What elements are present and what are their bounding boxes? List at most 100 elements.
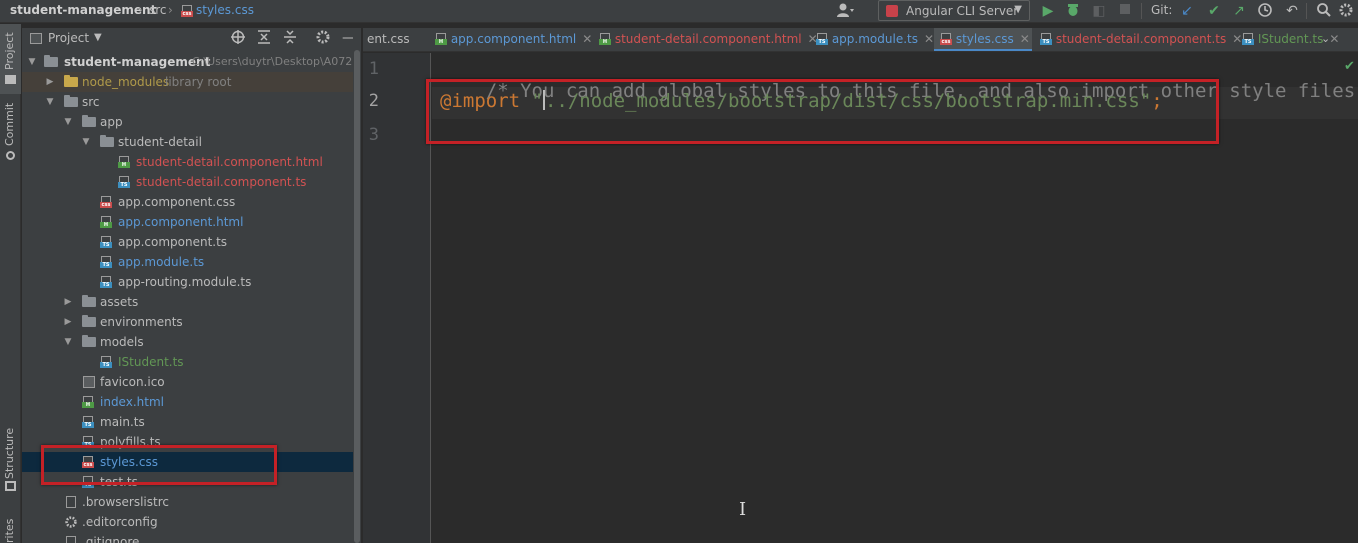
commit-icon: [6, 151, 15, 160]
project-panel-title[interactable]: Project: [48, 31, 89, 45]
folder-icon: [64, 95, 78, 107]
user-icon[interactable]: [836, 2, 854, 20]
html-file-icon: H: [118, 156, 130, 168]
tab-label: app.module.ts: [831, 32, 918, 46]
chevron-down-icon[interactable]: ▼: [62, 332, 74, 352]
tree-row-file[interactable]: H student-detail.component.html: [22, 152, 353, 172]
editor-tab[interactable]: TS student-detail.component.ts ✕: [1034, 28, 1242, 51]
tree-row-root[interactable]: ▼ student-management C:\Users\duytr\Desk…: [22, 52, 353, 72]
tree-row-file[interactable]: css app.component.css: [22, 192, 353, 212]
folder-icon: [44, 55, 58, 67]
tree-label: app.module.ts: [118, 255, 205, 269]
commit-tool-label: Commit: [3, 102, 16, 146]
chevron-down-icon[interactable]: ⌄: [1321, 32, 1330, 45]
navigation-bar: student-management › src › css styles.cs…: [0, 0, 1358, 23]
tab-label: styles.css: [955, 32, 1014, 46]
folder-icon: [82, 295, 96, 307]
chevron-right-icon[interactable]: ▶: [44, 72, 56, 92]
tree-row-app[interactable]: ▼ app: [22, 112, 353, 132]
settings-icon[interactable]: [1337, 2, 1355, 20]
project-panel-header: Project ▼ —: [22, 28, 361, 50]
update-project-icon[interactable]: ↙: [1178, 2, 1196, 20]
tree-row-assets[interactable]: ▶ assets: [22, 292, 353, 312]
debug-icon[interactable]: [1064, 2, 1082, 20]
breadcrumb-project[interactable]: student-management: [10, 3, 156, 17]
history-icon[interactable]: [1256, 2, 1274, 20]
chevron-down-icon[interactable]: ▼: [62, 112, 74, 132]
locate-file-icon[interactable]: [229, 29, 247, 47]
tree-label: src: [82, 95, 100, 109]
scrollbar-thumb[interactable]: [354, 50, 360, 543]
css-file-icon: css: [181, 5, 193, 17]
run-icon[interactable]: ▶: [1039, 2, 1057, 20]
close-icon[interactable]: ✕: [1329, 32, 1339, 46]
tree-row-file[interactable]: TS app.component.ts: [22, 232, 353, 252]
tree-row-student-detail[interactable]: ▼ student-detail: [22, 132, 353, 152]
tree-row-file[interactable]: TS student-detail.component.ts: [22, 172, 353, 192]
tree-row-file[interactable]: TS main.ts: [22, 412, 353, 432]
tree-row-file[interactable]: H app.component.html: [22, 212, 353, 232]
editor-tab[interactable]: H app.component.html ✕: [429, 28, 592, 51]
breadcrumb-folder[interactable]: src: [149, 3, 167, 17]
tree-row-file[interactable]: .editorconfig: [22, 512, 353, 532]
gear-icon[interactable]: [314, 29, 332, 47]
tree-row-src[interactable]: ▼ src: [22, 92, 353, 112]
tree-label: student-detail.component.html: [136, 155, 323, 169]
tree-row-file[interactable]: TS app-routing.module.ts: [22, 272, 353, 292]
editor-tab-bar: ent.css H app.component.html ✕ H student-…: [363, 28, 1358, 52]
tree-row-models[interactable]: ▼ models: [22, 332, 353, 352]
chevron-down-icon[interactable]: ▼: [26, 52, 38, 72]
chevron-down-icon[interactable]: ▼: [80, 132, 92, 152]
image-file-icon: [83, 376, 95, 388]
chevron-right-icon[interactable]: ▶: [62, 312, 74, 332]
run-configuration-dropdown[interactable]: Angular CLI Server ▼: [878, 0, 1030, 21]
chevron-down-icon[interactable]: ▼: [94, 32, 102, 43]
tree-label: environments: [100, 315, 183, 329]
tree-row-node-modules[interactable]: ▶ node_modules library root: [22, 72, 353, 92]
structure-tool-button[interactable]: Structure: [0, 427, 21, 495]
stop-icon[interactable]: [1116, 2, 1134, 20]
chevron-down-icon[interactable]: ▼: [44, 92, 56, 112]
editor-tab[interactable]: H student-detail.component.html ✕: [593, 28, 818, 51]
commit-icon[interactable]: ✔: [1205, 2, 1223, 20]
coverage-icon[interactable]: ◧: [1090, 2, 1108, 20]
editor-tab-active[interactable]: css styles.css ✕: [934, 28, 1032, 51]
editor-tab[interactable]: TS app.module.ts ✕: [810, 28, 934, 51]
tree-row-file[interactable]: .gitignore: [22, 532, 353, 543]
rollback-icon[interactable]: ↶: [1283, 2, 1301, 20]
toolbar-divider: [1141, 3, 1142, 19]
project-tool-button[interactable]: Project: [0, 24, 21, 94]
editor-tab[interactable]: ent.css: [363, 28, 427, 51]
root-folder-path: C:\Users\duytr\Desktop\A0721: [192, 55, 353, 68]
project-scrollbar[interactable]: [353, 28, 361, 543]
css-file-icon: css: [100, 196, 112, 208]
typescript-file-icon: TS: [100, 276, 112, 288]
expand-all-icon[interactable]: [255, 29, 273, 47]
close-icon[interactable]: ✕: [924, 32, 934, 46]
push-icon[interactable]: ↗: [1230, 2, 1248, 20]
collapse-all-icon[interactable]: [281, 29, 299, 47]
tree-label: .editorconfig: [82, 515, 158, 529]
inspection-ok-icon[interactable]: ✔: [1344, 59, 1355, 74]
tree-row-file[interactable]: .browserslistrc: [22, 492, 353, 512]
tree-row-environments[interactable]: ▶ environments: [22, 312, 353, 332]
css-file-icon: css: [940, 33, 952, 45]
angular-icon: [886, 5, 898, 17]
search-icon[interactable]: [1315, 2, 1333, 20]
chevron-right-icon[interactable]: ▶: [62, 292, 74, 312]
tree-label: app-routing.module.ts: [118, 275, 252, 289]
typescript-file-icon: TS: [82, 416, 94, 428]
breadcrumb-file[interactable]: styles.css: [196, 3, 254, 17]
commit-tool-button[interactable]: Commit: [0, 100, 21, 166]
close-icon[interactable]: ✕: [582, 32, 592, 46]
favorites-tool-button[interactable]: rites: [0, 514, 21, 543]
annotation-highlight-box: [426, 79, 1219, 144]
tree-row-file[interactable]: TS IStudent.ts: [22, 352, 353, 372]
tree-row-file[interactable]: favicon.ico: [22, 372, 353, 392]
close-icon[interactable]: ✕: [1020, 32, 1030, 46]
tree-row-file[interactable]: H index.html: [22, 392, 353, 412]
tab-label: IStudent.ts: [1257, 32, 1324, 46]
line-number: 1: [368, 59, 379, 79]
tree-row-file[interactable]: TS app.module.ts: [22, 252, 353, 272]
structure-tool-label: Structure: [3, 427, 16, 479]
